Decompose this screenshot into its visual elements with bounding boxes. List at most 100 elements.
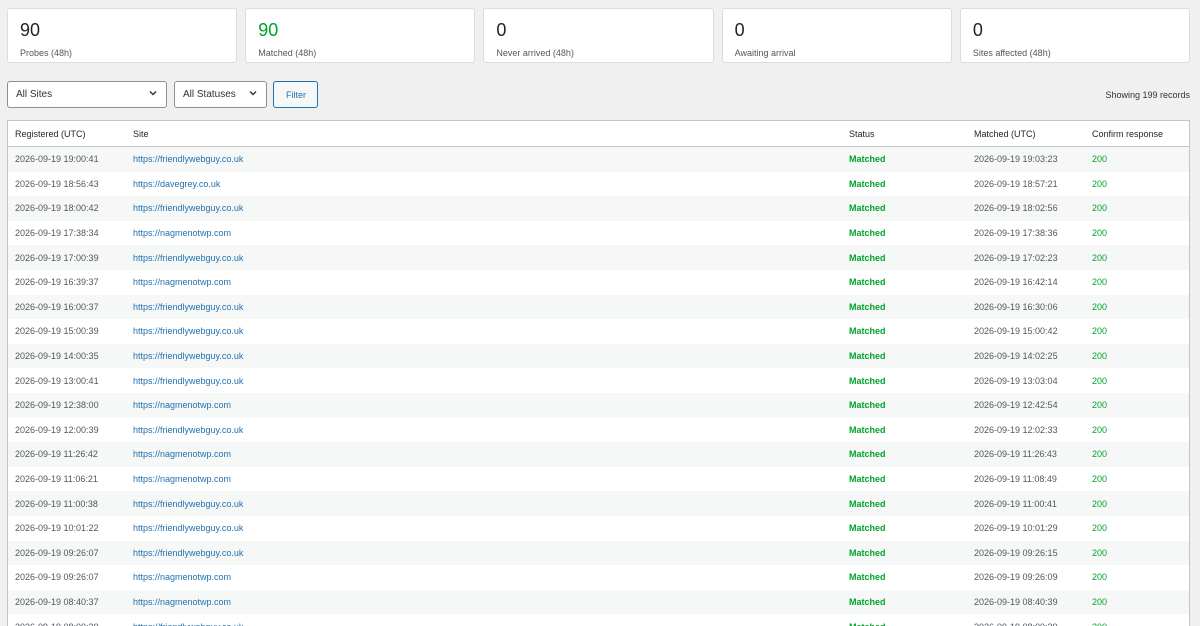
response-cell-container: 200 <box>1092 449 1189 459</box>
matched-cell-container: 2026-09-19 11:00:41 <box>974 499 1092 509</box>
registered-cell: 2026-09-19 08:00:39 <box>15 622 99 626</box>
matched-cell: 2026-09-19 12:42:54 <box>974 400 1058 411</box>
matched-cell-container: 2026-09-19 13:03:04 <box>974 376 1092 386</box>
site-link-container: https://friendlywebguy.co.uk <box>133 302 849 312</box>
site-link[interactable]: https://friendlywebguy.co.uk <box>133 203 243 213</box>
site-link[interactable]: https://friendlywebguy.co.uk <box>133 548 243 558</box>
status-cell-container: Matched <box>849 474 974 484</box>
site-link-container: https://friendlywebguy.co.uk <box>133 499 849 509</box>
stat-value: 0 <box>972 20 983 40</box>
response-cell: 200 <box>1092 154 1108 165</box>
site-link[interactable]: https://friendlywebguy.co.uk <box>133 326 243 336</box>
response-cell-container: 200 <box>1092 597 1189 607</box>
site-link[interactable]: https://friendlywebguy.co.uk <box>133 622 243 626</box>
filter-bar: All Sites All Statuses Filter Showing 19… <box>7 81 1190 108</box>
table-row: 2026-09-19 18:56:43 https://davegrey.co.u… <box>8 172 1189 197</box>
status-cell: Matched <box>849 572 886 583</box>
matched-cell-container: 2026-09-19 11:26:43 <box>974 449 1092 459</box>
site-link[interactable]: https://nagmenotwp.com <box>133 228 231 238</box>
response-cell-container: 200 <box>1092 154 1189 164</box>
site-link[interactable]: https://nagmenotwp.com <box>133 572 231 582</box>
table-row: 2026-09-19 19:00:41 https://friendlywebgu… <box>8 147 1189 172</box>
column-header-registered[interactable]: Registered (UTC) <box>8 129 133 139</box>
site-link[interactable]: https://friendlywebguy.co.uk <box>133 499 243 509</box>
site-link-container: https://nagmenotwp.com <box>133 277 849 287</box>
matched-cell: 2026-09-19 08:40:39 <box>974 596 1058 607</box>
response-cell-container: 200 <box>1092 523 1189 533</box>
response-cell: 200 <box>1092 203 1108 214</box>
registered-cell-container: 2026-09-19 18:00:42 <box>8 203 133 213</box>
stat-value: 90 <box>20 20 41 40</box>
registered-cell-container: 2026-09-19 16:39:37 <box>8 277 133 287</box>
site-link[interactable]: https://friendlywebguy.co.uk <box>133 253 243 263</box>
response-cell: 200 <box>1092 228 1108 239</box>
registered-cell-container: 2026-09-19 19:00:41 <box>8 154 133 164</box>
site-link[interactable]: https://nagmenotwp.com <box>133 597 231 607</box>
stat-card-sites-affected: 0 Sites affected (48h) <box>959 8 1191 63</box>
table-row: 2026-09-19 17:00:39 https://friendlywebgu… <box>8 245 1189 270</box>
filter-button[interactable]: Filter <box>273 81 318 108</box>
site-link[interactable]: https://nagmenotwp.com <box>133 277 231 287</box>
column-header-status[interactable]: Status <box>849 129 974 139</box>
status-cell-container: Matched <box>849 400 974 410</box>
site-link[interactable]: https://davegrey.co.uk <box>133 179 220 189</box>
site-link[interactable]: https://nagmenotwp.com <box>133 449 231 459</box>
table-row: 2026-09-19 15:00:39 https://friendlywebgu… <box>8 319 1189 344</box>
site-link[interactable]: https://nagmenotwp.com <box>133 400 231 410</box>
status-cell: Matched <box>849 449 886 460</box>
site-link[interactable]: https://friendlywebguy.co.uk <box>133 523 243 533</box>
stat-label: Awaiting arrival <box>734 48 796 58</box>
site-link[interactable]: https://friendlywebguy.co.uk <box>133 154 243 164</box>
table-row: 2026-09-19 09:26:07 https://nagmenotwp.co… <box>8 565 1189 590</box>
site-link[interactable]: https://friendlywebguy.co.uk <box>133 425 243 435</box>
registered-cell: 2026-09-19 19:00:41 <box>15 154 99 165</box>
matched-cell-container: 2026-09-19 18:57:21 <box>974 179 1092 189</box>
site-link[interactable]: https://friendlywebguy.co.uk <box>133 376 243 386</box>
registered-cell: 2026-09-19 12:00:39 <box>15 424 99 435</box>
registered-cell: 2026-09-19 11:26:42 <box>15 449 98 460</box>
response-cell-container: 200 <box>1092 400 1189 410</box>
matched-cell-container: 2026-09-19 12:02:33 <box>974 425 1092 435</box>
status-cell: Matched <box>849 547 886 558</box>
status-cell: Matched <box>849 326 886 337</box>
response-cell-container: 200 <box>1092 326 1189 336</box>
status-cell-container: Matched <box>849 622 974 626</box>
site-link-container: https://nagmenotwp.com <box>133 597 849 607</box>
site-link-container: https://nagmenotwp.com <box>133 400 849 410</box>
site-link[interactable]: https://friendlywebguy.co.uk <box>133 302 243 312</box>
column-header-site[interactable]: Site <box>133 129 849 139</box>
matched-cell-container: 2026-09-19 17:38:36 <box>974 228 1092 238</box>
matched-cell-container: 2026-09-19 08:40:39 <box>974 597 1092 607</box>
response-cell: 200 <box>1092 301 1108 312</box>
response-cell: 200 <box>1092 474 1108 485</box>
registered-cell-container: 2026-09-19 15:00:39 <box>8 326 133 336</box>
status-select[interactable]: All Statuses <box>174 81 267 108</box>
registered-cell: 2026-09-19 11:00:38 <box>15 498 98 509</box>
column-header-confirm-response[interactable]: Confirm response <box>1092 129 1189 139</box>
site-link-container: https://friendlywebguy.co.uk <box>133 376 849 386</box>
matched-cell-container: 2026-09-19 09:26:15 <box>974 548 1092 558</box>
registered-cell: 2026-09-19 17:00:39 <box>15 252 99 263</box>
site-link[interactable]: https://nagmenotwp.com <box>133 474 231 484</box>
matched-cell-container: 2026-09-19 19:03:23 <box>974 154 1092 164</box>
matched-cell: 2026-09-19 14:02:25 <box>974 351 1058 362</box>
matched-cell: 2026-09-19 17:02:23 <box>974 252 1058 263</box>
table-row: 2026-09-19 08:40:37 https://nagmenotwp.co… <box>8 589 1189 615</box>
matched-cell: 2026-09-19 10:01:29 <box>974 523 1058 534</box>
status-cell: Matched <box>849 252 886 263</box>
stat-label: Never arrived (48h) <box>496 48 574 58</box>
status-cell: Matched <box>849 498 886 509</box>
table-row: 2026-09-19 16:39:37 https://nagmenotwp.co… <box>8 270 1189 295</box>
response-cell: 200 <box>1092 277 1108 288</box>
matched-cell: 2026-09-19 17:38:36 <box>974 228 1058 239</box>
status-cell-container: Matched <box>849 228 974 238</box>
table-row: 2026-09-19 12:00:39 https://friendlywebgu… <box>8 418 1189 443</box>
table-body: 2026-09-19 19:00:41 https://friendlywebgu… <box>8 147 1189 626</box>
matched-cell: 2026-09-19 11:00:41 <box>974 498 1057 509</box>
site-select[interactable]: All Sites <box>7 81 167 108</box>
table-row: 2026-09-19 11:06:21 https://nagmenotwp.co… <box>8 467 1189 492</box>
site-link[interactable]: https://friendlywebguy.co.uk <box>133 351 243 361</box>
site-select-value: All Sites <box>16 89 53 100</box>
column-header-matched[interactable]: Matched (UTC) <box>974 129 1092 139</box>
response-cell: 200 <box>1092 351 1108 362</box>
